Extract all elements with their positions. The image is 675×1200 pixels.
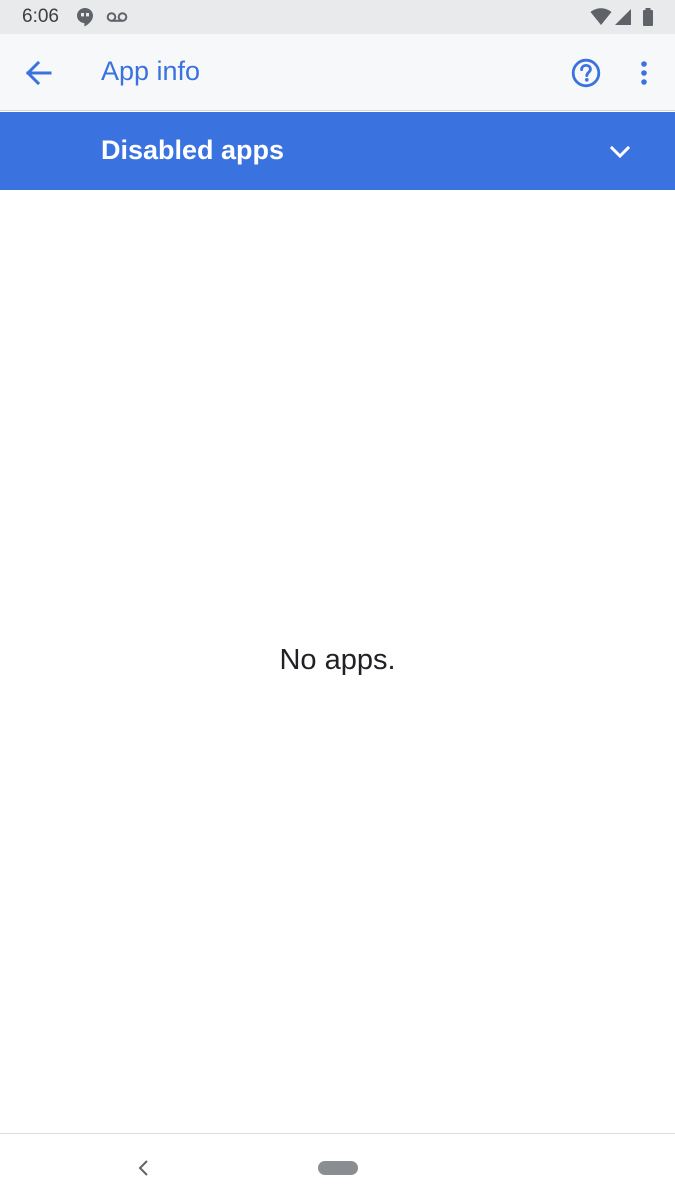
more-vert-icon [641,61,647,85]
chevron-down-icon [600,132,640,172]
help-button[interactable] [561,48,611,98]
more-options-button[interactable] [622,48,666,98]
signal-icon [615,9,631,25]
arrow-back-icon [25,60,52,86]
back-button[interactable] [14,48,64,98]
nav-back-icon [138,1160,148,1176]
nav-back-button[interactable] [128,1152,160,1184]
help-circle-icon [571,58,601,88]
page-title: App info [101,56,201,86]
home-pill-icon[interactable] [318,1161,358,1175]
hangouts-notification-icon [77,8,93,27]
status-bar: 6:06 [0,0,675,34]
app-bar: App info [0,34,675,111]
battery-icon [643,8,653,26]
navigation-bar [0,1133,675,1200]
screen: 6:06 App info Disabled apps No apps. [0,0,675,1200]
filter-selected-label: Disabled apps [101,135,285,165]
voicemail-icon [106,12,128,22]
filter-dropdown[interactable]: Disabled apps [0,112,675,190]
wifi-icon [590,8,612,25]
status-time: 6:06 [22,6,59,27]
empty-state-message: No apps. [279,644,396,676]
